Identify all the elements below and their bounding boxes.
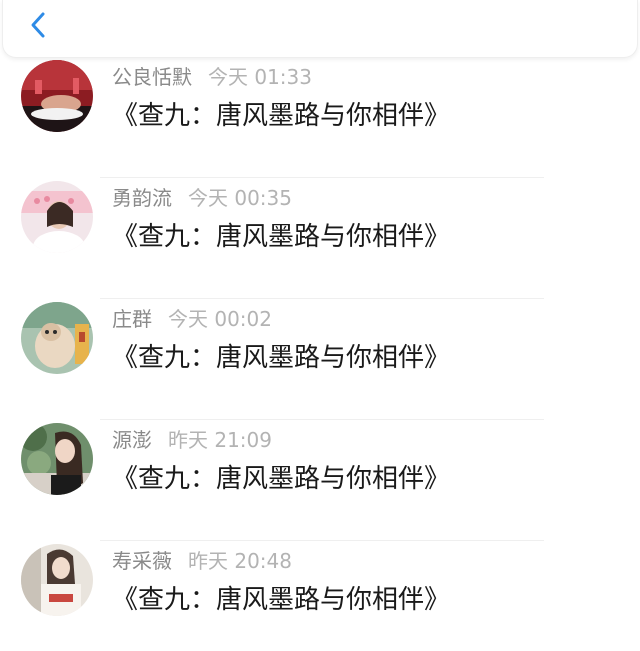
divider [100,298,544,299]
message-text: 《查九：唐风墨路与你相伴》 [112,101,451,131]
chevron-left-icon [31,12,45,38]
avatar[interactable] [21,181,93,253]
back-button[interactable] [23,8,57,42]
timestamp: 今天 01:33 [208,65,312,89]
avatar[interactable] [21,423,93,495]
list-item[interactable]: 勇韵流 今天 00:35 《查九：唐风墨路与你相伴》 [0,179,640,300]
sender-name: 勇韵流 [112,186,172,210]
message-text: 《查九：唐风墨路与你相伴》 [112,343,451,373]
avatar[interactable] [21,302,93,374]
message-meta: 源澎 昨天 21:09 [112,427,272,453]
message-meta: 公良恬默 今天 01:33 [112,64,312,90]
list-item[interactable]: 源澎 昨天 21:09 《查九：唐风墨路与你相伴》 [0,421,640,542]
message-list: 公良恬默 今天 01:33 《查九：唐风墨路与你相伴》 勇韵流 今天 00:35… [0,58,640,651]
timestamp: 今天 00:02 [168,307,272,331]
message-text: 《查九：唐风墨路与你相伴》 [112,222,451,252]
message-meta: 勇韵流 今天 00:35 [112,185,292,211]
sender-name: 庄群 [112,307,152,331]
list-item[interactable]: 庄群 今天 00:02 《查九：唐风墨路与你相伴》 [0,300,640,421]
message-meta: 庄群 今天 00:02 [112,306,272,332]
message-meta: 寿采薇 昨天 20:48 [112,548,292,574]
list-item[interactable]: 公良恬默 今天 01:33 《查九：唐风墨路与你相伴》 [0,58,640,179]
avatar[interactable] [21,544,93,616]
divider [100,177,544,178]
sender-name: 公良恬默 [112,65,192,89]
chat-list-page: 公良恬默 今天 01:33 《查九：唐风墨路与你相伴》 勇韵流 今天 00:35… [0,0,640,651]
sender-name: 源澎 [112,428,152,452]
timestamp: 昨天 21:09 [168,428,272,452]
divider [100,419,544,420]
divider [100,540,544,541]
sender-name: 寿采薇 [112,549,172,573]
list-item[interactable]: 寿采薇 昨天 20:48 《查九：唐风墨路与你相伴》 [0,542,640,651]
message-text: 《查九：唐风墨路与你相伴》 [112,585,451,615]
timestamp: 今天 00:35 [188,186,292,210]
avatar[interactable] [21,60,93,132]
timestamp: 昨天 20:48 [188,549,292,573]
message-text: 《查九：唐风墨路与你相伴》 [112,464,451,494]
top-bar [2,0,638,58]
